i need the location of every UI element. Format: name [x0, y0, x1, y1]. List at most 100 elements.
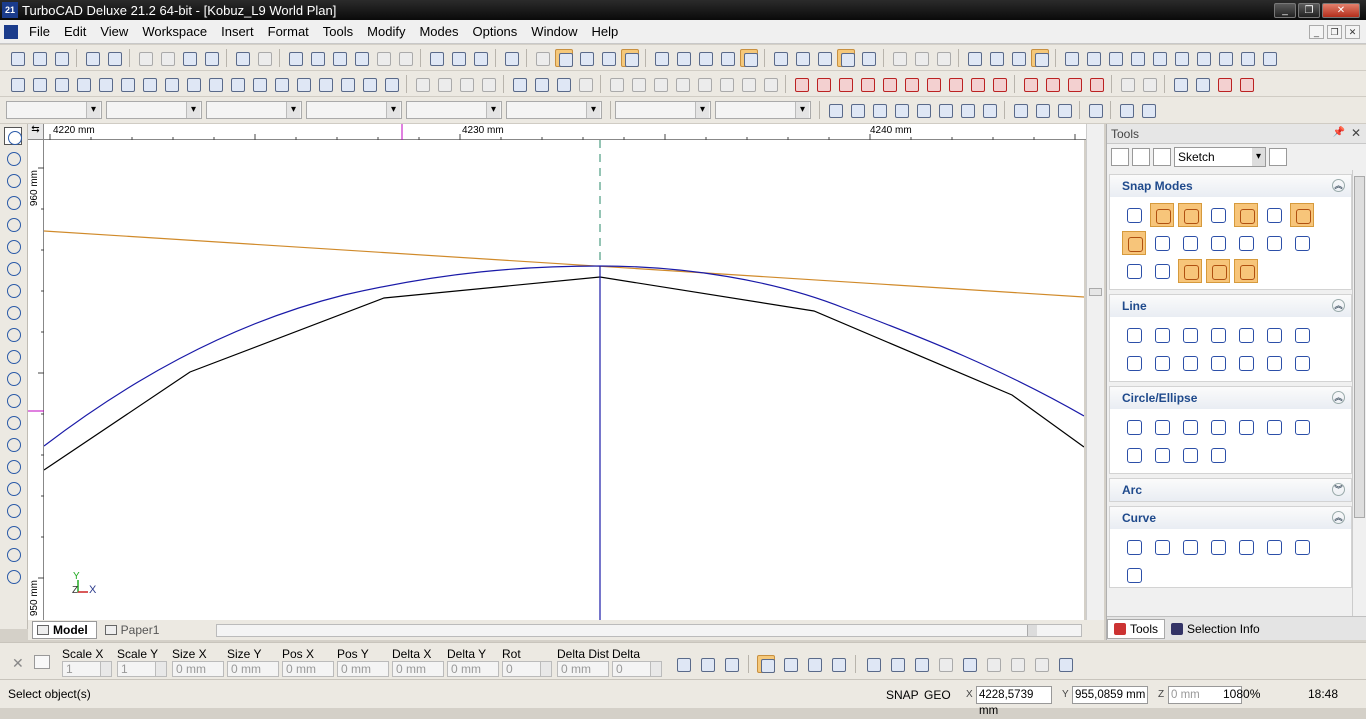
menu-file[interactable]: File — [22, 24, 57, 39]
delta-angle-field[interactable]: Delta Ang0 — [612, 647, 662, 677]
menu-window[interactable]: Window — [524, 24, 584, 39]
scale-3d-icon[interactable] — [761, 75, 779, 93]
doc-restore-button[interactable]: ❐ — [1327, 24, 1342, 39]
circle-modify-icon[interactable] — [946, 75, 964, 93]
select-by-fence-icon[interactable] — [805, 655, 823, 673]
line-tangent-two-icon[interactable] — [1206, 351, 1230, 375]
break-icon[interactable] — [1087, 75, 1105, 93]
close-button[interactable]: ✕ — [1322, 2, 1360, 18]
camera-view-icon[interactable] — [793, 49, 811, 67]
select-by-chain-icon[interactable] — [829, 655, 847, 673]
line-perpendicular-icon[interactable] — [1262, 351, 1286, 375]
text-tool-icon[interactable] — [4, 369, 22, 387]
circle-tool-icon[interactable] — [4, 237, 22, 255]
copy-array-icon[interactable] — [673, 75, 691, 93]
snap-vertex-icon[interactable] — [1122, 203, 1146, 227]
snap-extra-1-icon[interactable] — [1117, 101, 1135, 119]
curve-bezier-icon[interactable] — [1150, 535, 1174, 559]
ortho-icon[interactable] — [837, 48, 855, 67]
menu-workspace[interactable]: Workspace — [135, 24, 214, 39]
hole-icon[interactable] — [272, 75, 290, 93]
line-tool-icon[interactable] — [4, 171, 22, 189]
cancel-icon[interactable]: ✕ — [12, 655, 24, 672]
pos-y-field[interactable]: Pos Y0 mm — [337, 647, 389, 677]
ruler-toggle-icon[interactable] — [555, 48, 573, 67]
orbit-icon[interactable] — [696, 49, 714, 67]
view-iso-2-icon[interactable] — [1216, 49, 1234, 67]
print-red-icon[interactable] — [1215, 75, 1233, 93]
ellipse-bounded-icon[interactable] — [1206, 443, 1230, 467]
pan-icon[interactable] — [599, 49, 617, 67]
menu-view[interactable]: View — [93, 24, 135, 39]
size-y-field[interactable]: Size Y0 mm — [227, 647, 279, 677]
snap-middle-icon[interactable] — [848, 101, 866, 119]
ellipse-rotated-icon[interactable] — [1150, 443, 1174, 467]
arc-modify-icon[interactable] — [968, 75, 986, 93]
boolean-subtract-icon[interactable] — [532, 75, 550, 93]
menu-insert[interactable]: Insert — [214, 24, 261, 39]
move-3d-icon[interactable] — [695, 75, 713, 93]
point-tool-icon[interactable] — [4, 149, 22, 167]
canvas-vertical-scrollbar[interactable] — [1086, 124, 1104, 620]
document-icon[interactable] — [4, 24, 18, 39]
library-icon[interactable] — [1193, 75, 1211, 93]
solid-tool-icon[interactable] — [4, 303, 22, 321]
curve-tool-icon[interactable] — [4, 281, 22, 299]
render-hidden-icon[interactable] — [987, 49, 1005, 67]
menu-tools[interactable]: Tools — [316, 24, 360, 39]
scale-x-field[interactable]: Scale X1 — [62, 647, 112, 677]
workplane-3-icon[interactable] — [934, 49, 952, 67]
select-mode-1-icon[interactable] — [936, 655, 954, 673]
multiline-tool-icon[interactable] — [4, 215, 22, 233]
fillet-2d-icon[interactable] — [1021, 75, 1039, 93]
select-all-icon[interactable] — [864, 655, 882, 673]
snap-grid-icon[interactable] — [1011, 101, 1029, 119]
menu-modes[interactable]: Modes — [412, 24, 465, 39]
menu-options[interactable]: Options — [465, 24, 524, 39]
cut-icon[interactable] — [136, 49, 154, 67]
circle-concentric-icon[interactable] — [1150, 415, 1174, 439]
align-icon[interactable] — [717, 75, 735, 93]
line-tangent-arc-icon[interactable] — [1178, 351, 1202, 375]
scale-y-field[interactable]: Scale Y1 — [117, 647, 167, 677]
view-iso-4-icon[interactable] — [1260, 49, 1278, 67]
select-mode-4-icon[interactable] — [1008, 655, 1026, 673]
palette-settings-icon[interactable] — [1269, 148, 1287, 166]
size-x-field[interactable]: Size X0 mm — [172, 647, 224, 677]
view-top-icon[interactable] — [1084, 49, 1102, 67]
chamfer-3d-icon[interactable] — [435, 75, 453, 93]
snap-alignment-icon[interactable] — [1206, 259, 1230, 283]
radial-array-icon[interactable] — [651, 75, 669, 93]
reference-point-icon[interactable] — [698, 655, 716, 673]
line-parallel-icon[interactable] — [1122, 351, 1146, 375]
snap-perpendicular-icon[interactable] — [1178, 203, 1202, 227]
object-trim-icon[interactable] — [858, 75, 876, 93]
color-combo[interactable] — [106, 101, 202, 119]
loft-icon[interactable] — [206, 75, 224, 93]
line-single-icon[interactable] — [1122, 323, 1146, 347]
split-arc-icon[interactable] — [836, 75, 854, 93]
ruler-corner-button[interactable]: ⇆ — [28, 124, 44, 140]
snap-intersection-icon[interactable] — [1122, 231, 1146, 255]
eraser-tool-icon[interactable] — [4, 479, 22, 497]
line-irregular-icon[interactable] — [1206, 323, 1230, 347]
snap-tangent-icon[interactable] — [1033, 101, 1051, 119]
double-line-tool-icon[interactable] — [4, 193, 22, 211]
pen-width-combo[interactable] — [306, 101, 402, 119]
undo-icon[interactable] — [233, 49, 251, 67]
surface-icon[interactable] — [316, 75, 334, 93]
trim-icon[interactable] — [792, 75, 810, 93]
curve-freehand-icon[interactable] — [1262, 535, 1286, 559]
patch-icon[interactable] — [338, 75, 356, 93]
inquiry-tool-icon[interactable] — [4, 523, 22, 541]
select-by-window-icon[interactable] — [757, 655, 775, 673]
sweep-icon[interactable] — [228, 75, 246, 93]
delta-dist-field[interactable]: Delta Dist 0 mm — [557, 647, 609, 677]
pin-icon[interactable]: 📌 — [1332, 126, 1346, 140]
new-icon[interactable] — [8, 49, 26, 67]
geo-indicator[interactable]: GEO — [924, 688, 951, 702]
render-full-icon[interactable] — [1031, 48, 1049, 67]
snap-angle-icon[interactable] — [1234, 259, 1258, 283]
select-by-polygon-icon[interactable] — [781, 655, 799, 673]
hatch-tool-icon[interactable] — [4, 391, 22, 409]
